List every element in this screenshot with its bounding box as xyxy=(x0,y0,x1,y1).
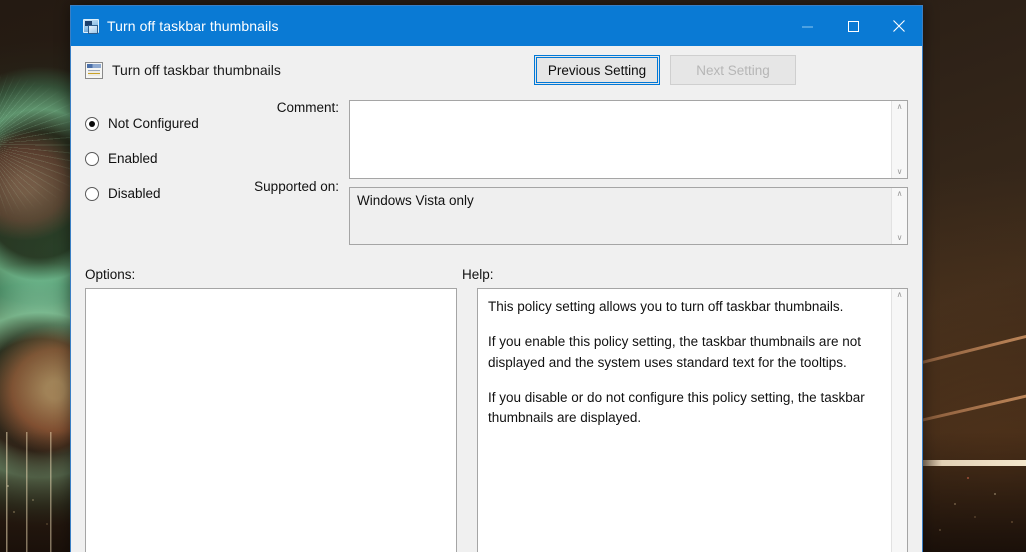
radio-disabled[interactable]: Disabled xyxy=(85,176,237,211)
policy-setting-dialog: Turn off taskbar thumbnails Turn off tas… xyxy=(70,5,923,552)
scroll-down-icon[interactable]: ∨ xyxy=(897,168,903,176)
options-label: Options: xyxy=(85,267,136,282)
help-paragraph: This policy setting allows you to turn o… xyxy=(488,299,844,314)
dialog-body: Turn off taskbar thumbnails Previous Set… xyxy=(71,46,922,552)
radio-disabled-indicator[interactable] xyxy=(85,186,99,201)
help-paragraph: If you disable or do not configure this … xyxy=(488,389,865,425)
supported-on-field: Windows Vista only ∧ ∨ xyxy=(349,187,908,245)
supported-on-label: Supported on: xyxy=(254,179,339,194)
options-pane[interactable] xyxy=(85,288,457,552)
comment-value[interactable] xyxy=(350,101,891,178)
title-bar[interactable]: Turn off taskbar thumbnails xyxy=(71,6,922,46)
help-paragraph: If you enable this policy setting, the t… xyxy=(488,334,861,370)
setting-nav-buttons: Previous Setting Next Setting xyxy=(534,55,908,85)
maximize-button[interactable] xyxy=(830,6,876,46)
radio-enabled-indicator[interactable] xyxy=(85,151,99,166)
previous-setting-button[interactable]: Previous Setting xyxy=(534,55,660,85)
radio-disabled-label: Disabled xyxy=(108,186,161,201)
metadata-fields: Comment: ∧ ∨ Supported on: Windows Vista… xyxy=(237,100,908,245)
radio-not-configured-indicator[interactable] xyxy=(85,116,99,131)
help-scrollbar[interactable]: ∧ xyxy=(891,289,907,552)
state-and-metadata: Not Configured Enabled Disabled Comment: xyxy=(85,94,908,245)
comment-row: Comment: ∧ ∨ xyxy=(237,100,908,179)
policy-document-icon xyxy=(85,61,103,79)
help-pane: This policy setting allows you to turn o… xyxy=(477,288,908,552)
state-radio-group: Not Configured Enabled Disabled xyxy=(85,100,237,245)
page-title: Turn off taskbar thumbnails xyxy=(112,62,281,78)
help-label: Help: xyxy=(462,267,494,282)
radio-enabled-label: Enabled xyxy=(108,151,158,166)
close-button[interactable] xyxy=(876,6,922,46)
supported-on-scrollbar[interactable]: ∧ ∨ xyxy=(891,188,907,244)
options-content xyxy=(86,289,456,552)
panes-container: This policy setting allows you to turn o… xyxy=(85,288,908,552)
comment-scrollbar[interactable]: ∧ ∨ xyxy=(891,101,907,178)
minimize-button[interactable] xyxy=(784,6,830,46)
radio-not-configured-label: Not Configured xyxy=(108,116,199,131)
window-controls xyxy=(784,6,922,46)
next-setting-button: Next Setting xyxy=(670,55,796,85)
dialog-header: Turn off taskbar thumbnails Previous Set… xyxy=(85,46,908,94)
scroll-up-icon[interactable]: ∧ xyxy=(897,190,903,198)
desktop-wallpaper: Turn off taskbar thumbnails Turn off tas… xyxy=(0,0,1026,552)
scroll-up-icon[interactable]: ∧ xyxy=(897,103,903,111)
radio-not-configured[interactable]: Not Configured xyxy=(85,106,237,141)
pane-labels: Options: Help: xyxy=(85,245,908,288)
comment-field[interactable]: ∧ ∨ xyxy=(349,100,908,179)
supported-on-row: Supported on: Windows Vista only ∧ ∨ xyxy=(237,179,908,245)
scroll-up-icon[interactable]: ∧ xyxy=(897,291,903,299)
scroll-down-icon[interactable]: ∨ xyxy=(897,234,903,242)
radio-enabled[interactable]: Enabled xyxy=(85,141,237,176)
help-content: This policy setting allows you to turn o… xyxy=(478,289,891,552)
comment-label: Comment: xyxy=(276,100,339,115)
window-title: Turn off taskbar thumbnails xyxy=(107,18,279,34)
window-icon xyxy=(83,19,99,34)
supported-on-value: Windows Vista only xyxy=(357,193,474,208)
